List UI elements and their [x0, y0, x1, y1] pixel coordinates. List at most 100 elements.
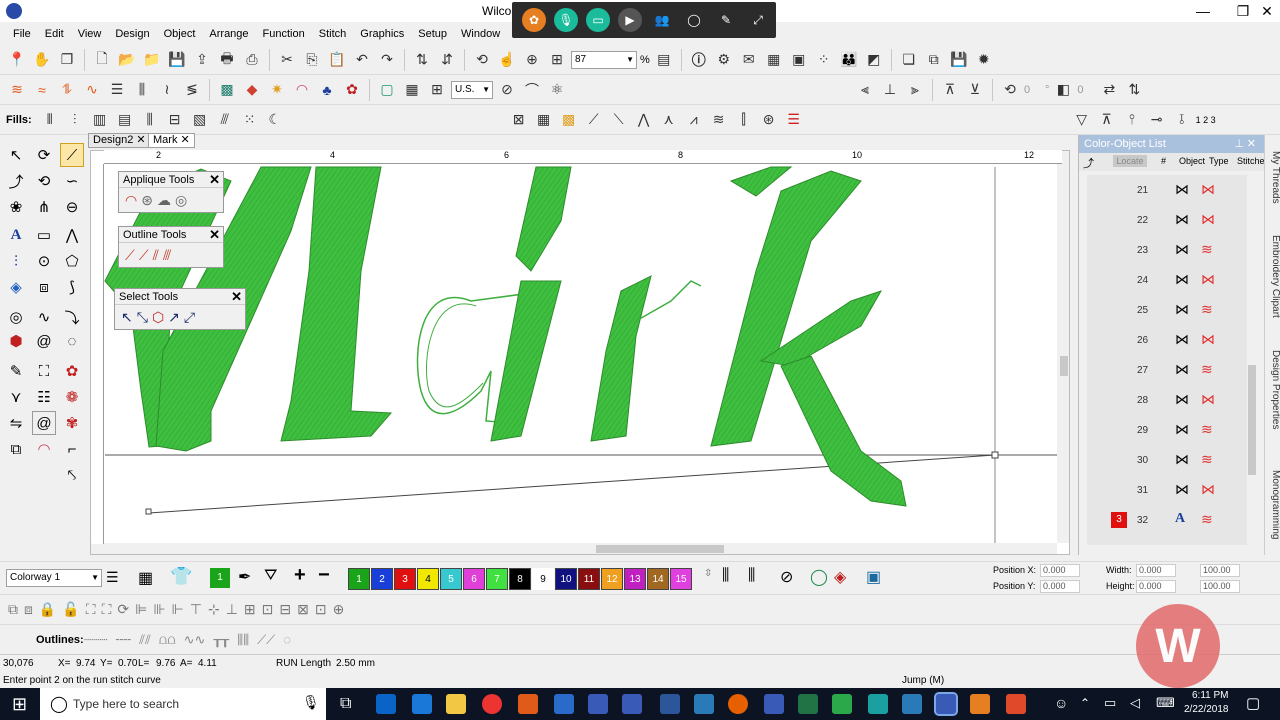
hoop-view-icon[interactable]: ▢: [376, 79, 398, 101]
select-color-icon[interactable]: ⤢: [184, 309, 195, 326]
applique-tool-3-icon[interactable]: ☁: [157, 192, 171, 209]
tray-keyboard-icon[interactable]: ⌨: [1156, 695, 1175, 711]
design-canvas[interactable]: [90, 150, 1070, 555]
app-1-icon[interactable]: [518, 694, 538, 714]
taskbar-search[interactable]: ◯ Type here to search 🎙: [40, 688, 326, 720]
effect-1-icon[interactable]: ⊠: [508, 109, 530, 131]
fabric-icon[interactable]: 👕: [170, 566, 192, 587]
open-folder-icon[interactable]: 📂: [116, 49, 138, 71]
applique-tool-2-icon[interactable]: ⊛: [141, 192, 153, 209]
menu-file[interactable]: File: [6, 24, 38, 44]
print-icon[interactable]: 🖶: [216, 49, 238, 71]
export-icon[interactable]: ⇪: [191, 49, 213, 71]
color-swatch-13[interactable]: 13: [624, 568, 646, 590]
shapes-icon[interactable]: ◆: [241, 79, 263, 101]
zoom-app-icon[interactable]: [970, 694, 990, 714]
menu-graphics[interactable]: Graphics: [353, 24, 411, 44]
app-logo-icon[interactable]: ✿: [522, 8, 546, 32]
people-icon[interactable]: 👪: [838, 49, 860, 71]
applique-tool-1-icon[interactable]: ◠: [125, 192, 137, 209]
star-icon[interactable]: ✷: [266, 79, 288, 101]
close-button[interactable]: ✕: [1252, 0, 1280, 22]
minimize-button[interactable]: —: [1188, 0, 1218, 22]
list-item[interactable]: 22 ⋈ ⋈: [1095, 205, 1255, 235]
color-swatch-2[interactable]: 2: [371, 568, 393, 590]
line-tool-icon[interactable]: ⌐: [60, 437, 84, 461]
applique-close-icon[interactable]: ✕: [209, 172, 220, 188]
color-swatch-4[interactable]: 4: [417, 568, 439, 590]
array-icon[interactable]: ⊠: [297, 601, 309, 618]
layers-icon[interactable]: ❀: [4, 195, 28, 219]
menu-view[interactable]: View: [71, 24, 109, 44]
outline-zigzag-icon[interactable]: ⫽⫽: [139, 632, 151, 648]
bird-icon[interactable]: ♣: [316, 79, 338, 101]
align-left-icon[interactable]: ⫷: [854, 79, 876, 101]
machine-icon[interactable]: ⚙: [713, 49, 735, 71]
hoop-color-icon[interactable]: ▣: [866, 567, 881, 587]
fill-pattern-2-icon[interactable]: ⫶: [64, 109, 86, 131]
color-swatch-11[interactable]: 11: [578, 568, 600, 590]
gear-flower-icon[interactable]: ❁: [60, 385, 84, 409]
align-bottom-obj-icon[interactable]: ⊥: [226, 601, 238, 618]
list-item[interactable]: 26 ⋈ ⋈: [1095, 325, 1255, 355]
effect-10-icon[interactable]: ⫿: [733, 109, 755, 131]
color-swatch-14[interactable]: 14: [647, 568, 669, 590]
send-icon[interactable]: ✉: [738, 49, 760, 71]
pin-icon[interactable]: 📍: [6, 49, 28, 71]
stamp-icon[interactable]: ⛶: [32, 359, 56, 383]
distribute-v-icon[interactable]: ⊻: [964, 79, 986, 101]
fill-pattern-6-icon[interactable]: ⊟: [164, 109, 186, 131]
blank-shape-icon[interactable]: ⧈: [32, 275, 56, 299]
flower-pattern-icon[interactable]: ✿: [60, 359, 84, 383]
list-item[interactable]: 23 ⋈ ≋: [1095, 235, 1255, 265]
list-item[interactable]: 24 ⋈ ⋈: [1095, 265, 1255, 295]
node-edit-icon[interactable]: ⤴: [4, 169, 28, 193]
run-stitch-tool-icon[interactable]: ⟋: [60, 143, 84, 167]
rotate-tool-icon[interactable]: ⟲: [32, 169, 56, 193]
mic-icon[interactable]: 🎙: [302, 694, 320, 711]
wave-tool-icon[interactable]: ∿: [32, 305, 56, 329]
outline-triple-icon[interactable]: ⟋: [139, 247, 149, 264]
grid-color-icon[interactable]: ▦: [763, 49, 785, 71]
align-center-obj-icon[interactable]: ⊪: [153, 601, 165, 618]
thread-chart-icon[interactable]: ⫼: [722, 567, 729, 585]
clock-time[interactable]: 6:11 PM: [1192, 690, 1229, 701]
list-item[interactable]: 29 ⋈ ≋: [1095, 415, 1255, 445]
circle-tool-icon[interactable]: ⊙: [32, 249, 56, 273]
cut-icon[interactable]: ✂: [276, 49, 298, 71]
add-color-icon[interactable]: +: [294, 564, 306, 587]
outline-chain-icon[interactable]: ⫼⫼: [237, 632, 249, 648]
paste-icon[interactable]: 📋: [326, 49, 348, 71]
remove-color-icon[interactable]: −: [318, 564, 330, 587]
chrome-icon[interactable]: [482, 694, 502, 714]
excel-icon[interactable]: [798, 694, 818, 714]
list-item[interactable]: 3 32 A ≋: [1095, 505, 1255, 535]
lock-icon[interactable]: 🔒: [39, 601, 56, 618]
space-h-icon[interactable]: ⊡: [262, 601, 274, 618]
open-recent-icon[interactable]: 📁: [141, 49, 163, 71]
outline-backstitch-icon[interactable]: ⫽: [153, 247, 159, 264]
position-y-field[interactable]: 0.000: [1040, 580, 1080, 593]
fill-pattern-8-icon[interactable]: ⫻: [214, 109, 236, 131]
show-icon[interactable]: ⛶: [102, 601, 112, 618]
measure-icon[interactable]: ▤: [653, 49, 675, 71]
people-taskbar-icon[interactable]: ☺: [1054, 695, 1068, 711]
ellipse-tool-icon[interactable]: ⊖: [60, 195, 84, 219]
zoom-box-icon[interactable]: ⊞: [546, 49, 568, 71]
color-swatch-6[interactable]: 6: [463, 568, 485, 590]
applique-tool-4-icon[interactable]: ◎: [175, 192, 187, 209]
unlock-icon[interactable]: 🔓: [62, 601, 79, 618]
color-swatch-15[interactable]: 15: [670, 568, 692, 590]
column-stitch-icon[interactable]: ⫼: [131, 79, 153, 101]
hand-icon[interactable]: ✋: [31, 49, 53, 71]
shape-1-icon[interactable]: ▽: [1071, 109, 1093, 131]
word-icon[interactable]: [660, 694, 680, 714]
rotate-icon[interactable]: ⟲: [999, 79, 1021, 101]
edge-icon[interactable]: [412, 694, 432, 714]
app-6-icon[interactable]: [1006, 694, 1026, 714]
center-icon[interactable]: ⊕: [333, 601, 345, 618]
contrast-icon[interactable]: ◩: [863, 49, 885, 71]
notifications-icon[interactable]: ▢: [1246, 694, 1260, 712]
travel-icon[interactable]: ⇵: [436, 49, 458, 71]
fill-pattern-3-icon[interactable]: ▥: [89, 109, 111, 131]
